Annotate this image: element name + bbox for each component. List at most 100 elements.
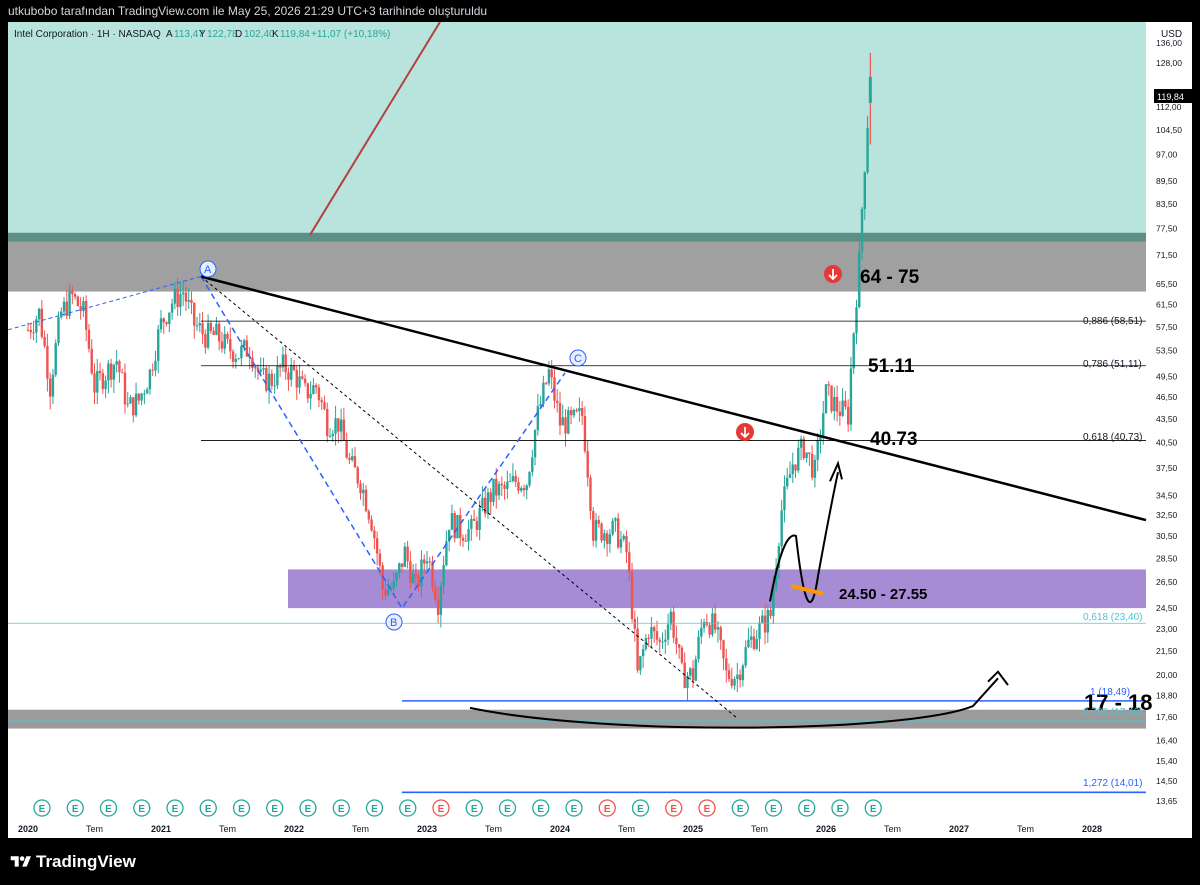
time-tick-label: 2022 <box>284 824 304 834</box>
price-tick-label: 21,50 <box>1156 646 1178 656</box>
earnings-e-icon[interactable]: E <box>831 799 849 817</box>
candle-body <box>240 345 243 359</box>
candle-body <box>362 489 365 494</box>
candle-body <box>580 408 584 416</box>
price-tick-label: 20,00 <box>1156 670 1178 680</box>
earnings-e-icon[interactable]: E <box>166 799 184 817</box>
earnings-e-icon[interactable]: E <box>731 799 749 817</box>
background-layer <box>8 22 1146 729</box>
candle-body <box>799 438 803 448</box>
time-axis[interactable]: 2020 Tem 2021 Tem 2022 Tem 2023 Tem 2024 Tem 2025 T… <box>8 817 1146 838</box>
candle-body <box>822 413 825 438</box>
earnings-e-icon[interactable]: E <box>798 799 816 817</box>
candle-body <box>387 589 390 596</box>
price-tick-label: 53,50 <box>1156 346 1178 356</box>
candle-body <box>132 397 135 416</box>
earnings-e-icon[interactable]: E <box>698 799 716 817</box>
earnings-e-icon[interactable]: E <box>232 799 251 817</box>
candle-body <box>170 303 174 313</box>
earnings-e-icon[interactable]: E <box>365 799 384 817</box>
candle-body <box>846 406 850 425</box>
candle-body <box>725 658 728 671</box>
candle-body <box>694 659 697 681</box>
symbol-name: Intel Corporation · 1H · NASDAQ <box>14 29 161 40</box>
zone-top-label: 64 - 75 <box>860 267 920 288</box>
candle-body <box>736 674 739 679</box>
candle-body <box>328 436 332 438</box>
earnings-e-icon[interactable]: E <box>532 799 550 817</box>
earnings-e-icon[interactable]: E <box>565 799 583 817</box>
earnings-e-icon[interactable]: E <box>631 799 650 817</box>
down-arrow-marker-icon[interactable] <box>736 423 754 441</box>
time-tick-label: Tem <box>751 824 768 834</box>
time-tick-label: Tem <box>86 824 103 834</box>
earnings-e-icon[interactable]: E <box>764 799 783 817</box>
chart-frame[interactable]: 136,00 128,00 112,00 104,50 97,00 89,50 83,50 7… <box>8 22 1192 838</box>
candle-body <box>669 611 673 625</box>
candle-body <box>29 330 32 333</box>
down-arrow-marker-icon[interactable] <box>824 265 842 283</box>
candle-body <box>370 519 373 531</box>
earnings-e-icon[interactable]: E <box>864 799 882 817</box>
candle-body <box>852 333 855 369</box>
earnings-e-icon[interactable]: E <box>432 799 450 817</box>
candle-body <box>481 497 484 509</box>
earnings-e-icon[interactable]: E <box>465 799 483 817</box>
price-tick-label: 26,50 <box>1156 577 1178 587</box>
price-tick-label: 15,40 <box>1156 756 1178 766</box>
price-tick-label: 49,50 <box>1156 371 1178 381</box>
time-tick-label: 2020 <box>18 824 38 834</box>
candle-body <box>650 627 653 639</box>
candle-body <box>849 368 853 425</box>
candle-body <box>373 530 376 539</box>
earnings-e-icon[interactable]: E <box>99 799 118 817</box>
time-tick-label: 2025 <box>683 824 703 834</box>
price-tick-label: 57,50 <box>1156 322 1178 332</box>
candle-body <box>309 393 312 399</box>
price-chart[interactable]: 136,00128,00112,00104,5097,0089,5083,507… <box>8 22 1192 838</box>
price-tick-label: 112,00 <box>1156 102 1182 112</box>
tradingview-logo[interactable]: TradingView <box>10 852 136 872</box>
earnings-letter: E <box>438 804 445 815</box>
earnings-letter: E <box>271 804 278 815</box>
time-tick-label: 2027 <box>949 824 969 834</box>
candle-body <box>747 639 750 648</box>
candle-body <box>334 418 337 434</box>
candle-body <box>866 127 869 173</box>
candle-body <box>234 358 238 362</box>
price-axis[interactable]: 136,00128,00112,00104,5097,0089,5083,507… <box>1148 22 1192 838</box>
earnings-e-icon[interactable]: E <box>266 799 284 817</box>
candle-body <box>57 317 60 344</box>
earnings-events[interactable]: EEEEEEEEEEEEEEEEEEEEEEEEEE <box>33 799 882 817</box>
earnings-e-icon[interactable]: E <box>498 799 517 817</box>
candle-body <box>395 573 398 582</box>
candle-body <box>655 631 659 640</box>
candle-body <box>259 369 262 372</box>
candle-body <box>400 563 404 567</box>
candle-body <box>262 368 265 370</box>
candle-body <box>511 476 515 481</box>
earnings-e-icon[interactable]: E <box>66 799 84 817</box>
candle-body <box>414 573 418 577</box>
candle-body <box>639 656 642 671</box>
earnings-e-icon[interactable]: E <box>199 799 217 817</box>
candle-body <box>406 546 409 562</box>
earnings-e-icon[interactable]: E <box>399 799 417 817</box>
candle-body <box>134 393 138 416</box>
candle-body <box>409 561 412 584</box>
zone-mid-label: 24.50 - 27.55 <box>839 586 927 603</box>
price-tick-label: 89,50 <box>1156 176 1178 186</box>
earnings-e-icon[interactable]: E <box>133 799 151 817</box>
candle-body <box>697 636 700 660</box>
candle-body <box>641 649 645 657</box>
earnings-e-icon[interactable]: E <box>33 799 51 817</box>
earnings-e-icon[interactable]: E <box>332 799 350 817</box>
price-tick-label: 23,00 <box>1156 624 1178 634</box>
candle-body <box>558 402 562 426</box>
open-label: A <box>166 29 173 40</box>
earnings-e-icon[interactable]: E <box>598 799 616 817</box>
earnings-e-icon[interactable]: E <box>665 799 683 817</box>
fib-0886-label: 0,886 (58,51) <box>1083 316 1143 327</box>
earnings-e-icon[interactable]: E <box>299 799 317 817</box>
candle-body <box>727 670 731 679</box>
